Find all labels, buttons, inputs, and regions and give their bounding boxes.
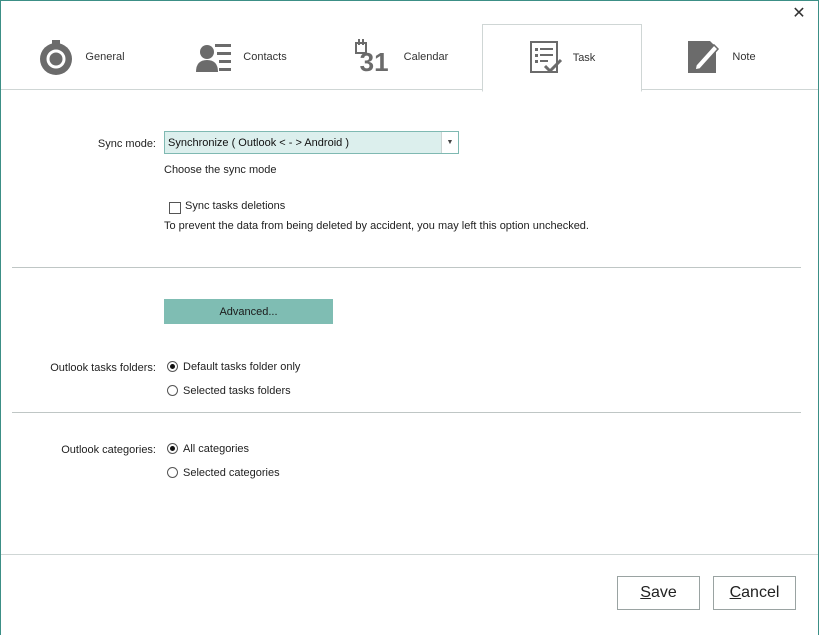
sync-deletions-hint: To prevent the data from being deleted b… [164, 220, 589, 232]
app-window: ✕ General Contacts 31 Calendar Task Note… [0, 0, 819, 635]
calendar-icon: 31 [354, 38, 394, 76]
sync-deletions-checkbox[interactable] [169, 202, 181, 214]
tab-note[interactable]: Note [641, 25, 801, 89]
sync-mode-select[interactable]: Synchronize ( Outlook < - > Android ) ▼ [164, 131, 459, 154]
save-mnemonic: S [640, 584, 651, 601]
radio-selected-categories[interactable] [167, 467, 178, 478]
tab-label: Task [572, 52, 596, 64]
calendar-day: 31 [359, 47, 389, 77]
radio-all-categories[interactable] [167, 443, 178, 454]
cancel-mnemonic: C [729, 584, 742, 601]
all-categories-label[interactable]: All categories [183, 443, 249, 455]
chevron-down-icon[interactable]: ▼ [441, 132, 458, 153]
tab-contacts[interactable]: Contacts [161, 25, 321, 89]
gear-icon [37, 38, 75, 76]
cancel-button[interactable]: Cancel [713, 576, 796, 610]
tab-label: Contacts [243, 51, 287, 63]
tab-general[interactable]: General [1, 25, 161, 89]
save-button[interactable]: Save [617, 576, 700, 610]
contacts-icon [195, 40, 233, 74]
note-icon [686, 39, 722, 75]
tab-calendar[interactable]: 31 Calendar [321, 25, 481, 89]
sync-mode-hint: Choose the sync mode [164, 164, 277, 176]
dialog-footer: Save Cancel [1, 554, 818, 635]
radio-default-folder[interactable] [167, 361, 178, 372]
radio-selected-folders[interactable] [167, 385, 178, 396]
sync-mode-label: Sync mode: [97, 138, 156, 150]
divider [12, 267, 801, 268]
task-icon [529, 40, 563, 76]
advanced-button[interactable]: Advanced... [164, 299, 333, 324]
selected-folders-label[interactable]: Selected tasks folders [183, 385, 291, 397]
save-label: ave [650, 584, 677, 601]
tab-task[interactable]: Task [482, 24, 642, 92]
selected-categories-label[interactable]: Selected categories [183, 467, 280, 479]
tab-label: Note [732, 51, 756, 63]
sync-deletions-label[interactable]: Sync tasks deletions [185, 200, 285, 212]
task-settings-panel: Sync mode: Synchronize ( Outlook < - > A… [1, 90, 818, 554]
tab-label: Calendar [403, 51, 449, 63]
close-icon[interactable]: ✕ [790, 5, 808, 23]
cancel-label: ancel [741, 584, 780, 601]
tab-bar: ✕ General Contacts 31 Calendar Task Note [1, 1, 818, 92]
sync-mode-value: Synchronize ( Outlook < - > Android ) [168, 136, 349, 149]
divider [12, 412, 801, 413]
categories-label: Outlook categories: [61, 444, 156, 456]
tasks-folders-label: Outlook tasks folders: [50, 362, 156, 374]
tab-label: General [85, 51, 125, 63]
default-folder-label[interactable]: Default tasks folder only [183, 361, 300, 373]
